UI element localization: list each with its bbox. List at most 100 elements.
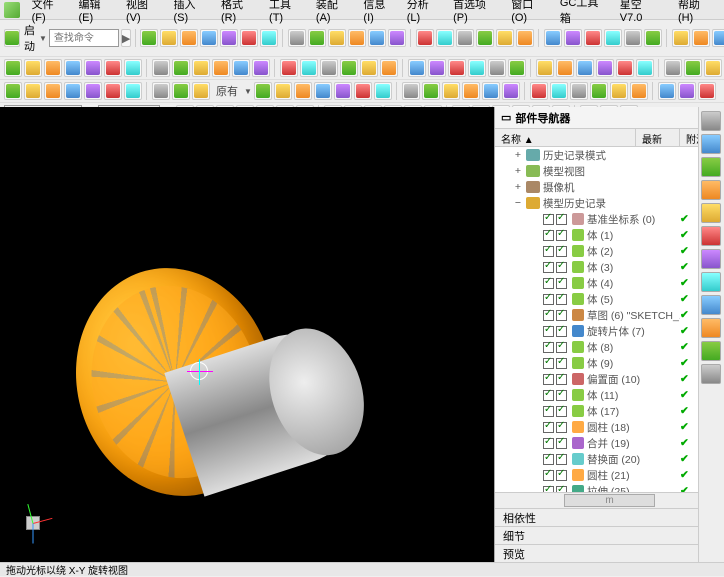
feature-row[interactable]: 圆柱 (21)✔ (495, 467, 724, 483)
tool-button[interactable] (84, 82, 102, 100)
tool-button[interactable] (462, 82, 480, 100)
feature-tree[interactable]: +历史记录模式+模型视图+摄像机−模型历史记录基准坐标系 (0)✔体 (1)✔体… (495, 147, 724, 492)
enable-checkbox[interactable] (556, 470, 567, 481)
tool-button[interactable] (544, 29, 562, 47)
section-dependency[interactable]: 相依性˅ (495, 508, 724, 526)
tool-button[interactable] (334, 82, 352, 100)
enable-checkbox[interactable] (556, 214, 567, 225)
tool-button[interactable] (550, 82, 568, 100)
enable-checkbox[interactable] (556, 246, 567, 257)
visibility-checkbox[interactable] (543, 310, 554, 321)
feature-row[interactable]: 替换面 (20)✔ (495, 451, 724, 467)
start-dropdown-icon[interactable]: ▼ (39, 34, 47, 43)
3d-viewport[interactable] (0, 107, 494, 562)
tree-node[interactable]: −模型历史记录 (495, 195, 724, 211)
tab-browser[interactable] (701, 226, 721, 246)
tool-button[interactable] (240, 29, 258, 47)
menu-item[interactable]: 装配(A) (310, 0, 357, 28)
menu-item[interactable]: GC工具箱 (554, 0, 614, 28)
tool-button[interactable] (24, 82, 42, 100)
visibility-checkbox[interactable] (543, 406, 554, 417)
expander-icon[interactable]: + (513, 165, 523, 177)
visibility-checkbox[interactable] (543, 438, 554, 449)
tool-button[interactable] (140, 29, 158, 47)
menu-item[interactable]: 星空 V7.0 (614, 0, 672, 28)
tool-button[interactable] (516, 29, 534, 47)
search-go-button[interactable]: ▶ (121, 29, 131, 47)
enable-checkbox[interactable] (556, 406, 567, 417)
tool-button[interactable] (232, 59, 250, 77)
tool-button[interactable] (212, 59, 230, 77)
tool-button[interactable] (24, 59, 42, 77)
feature-row[interactable]: 体 (8)✔ (495, 339, 724, 355)
tool-button[interactable] (488, 59, 506, 77)
tab-extra-1[interactable] (701, 318, 721, 338)
tool-button[interactable] (44, 59, 62, 77)
feature-row[interactable]: 圆柱 (18)✔ (495, 419, 724, 435)
tool-button[interactable] (320, 59, 338, 77)
enable-checkbox[interactable] (556, 230, 567, 241)
enable-checkbox[interactable] (556, 390, 567, 401)
enable-checkbox[interactable] (556, 342, 567, 353)
tab-extra-2[interactable] (701, 341, 721, 361)
enable-checkbox[interactable] (556, 454, 567, 465)
menu-item[interactable]: 信息(I) (357, 0, 400, 28)
tab-navigator[interactable] (701, 111, 721, 131)
menu-item[interactable]: 视图(V) (120, 0, 167, 28)
section-preview[interactable]: 预览˅ (495, 544, 724, 562)
tool-button[interactable] (536, 59, 554, 77)
tool-button[interactable] (482, 82, 500, 100)
menu-item[interactable]: 分析(L) (401, 0, 447, 28)
tab-hd3d[interactable] (701, 203, 721, 223)
tree-node[interactable]: +摄像机 (495, 179, 724, 195)
tool-button[interactable] (416, 29, 434, 47)
visibility-checkbox[interactable] (543, 358, 554, 369)
tool-button[interactable] (570, 82, 588, 100)
tool-button[interactable] (294, 82, 312, 100)
tool-button[interactable] (698, 82, 716, 100)
tool-button[interactable] (348, 29, 366, 47)
tool-button[interactable] (616, 59, 634, 77)
visibility-checkbox[interactable] (543, 374, 554, 385)
tree-node[interactable]: +历史记录模式 (495, 147, 724, 163)
tab-system-scene[interactable] (701, 295, 721, 315)
tool-button[interactable] (252, 59, 270, 77)
tab-assembly-nav[interactable] (701, 134, 721, 154)
tool-button[interactable] (124, 59, 142, 77)
tool-button[interactable] (556, 59, 574, 77)
tool-button[interactable] (200, 29, 218, 47)
tool-button[interactable] (124, 82, 142, 100)
feature-row[interactable]: 拉伸 (25)✔ (495, 483, 724, 492)
tool-button[interactable] (624, 29, 642, 47)
tab-extra-3[interactable] (701, 364, 721, 384)
visibility-checkbox[interactable] (543, 262, 554, 273)
tool-button[interactable] (496, 29, 514, 47)
visibility-checkbox[interactable] (543, 454, 554, 465)
tool-button[interactable] (64, 82, 82, 100)
tool-button[interactable] (604, 29, 622, 47)
tool-button[interactable] (172, 82, 190, 100)
tool-button[interactable] (388, 29, 406, 47)
tab-constraint-nav[interactable] (701, 157, 721, 177)
feature-row[interactable]: 体 (5)✔ (495, 291, 724, 307)
tool-button[interactable] (280, 59, 298, 77)
section-details[interactable]: 细节˅ (495, 526, 724, 544)
enable-checkbox[interactable] (556, 486, 567, 493)
menu-item[interactable]: 窗口(O) (505, 0, 554, 28)
tool-button[interactable] (644, 29, 662, 47)
tool-button[interactable] (442, 82, 460, 100)
tool-button[interactable] (84, 59, 102, 77)
pin-icon[interactable]: ▭ (501, 111, 511, 124)
view-triad[interactable] (14, 504, 54, 544)
tool-button[interactable] (684, 59, 702, 77)
visibility-checkbox[interactable] (543, 326, 554, 337)
tool-button[interactable] (658, 82, 676, 100)
menu-item[interactable]: 首选项(P) (447, 0, 505, 28)
expander-icon[interactable]: − (513, 197, 523, 209)
tool-button[interactable] (422, 82, 440, 100)
tool-button[interactable] (172, 59, 190, 77)
tool-button[interactable] (152, 59, 170, 77)
enable-checkbox[interactable] (556, 438, 567, 449)
enable-checkbox[interactable] (556, 374, 567, 385)
visibility-checkbox[interactable] (543, 390, 554, 401)
